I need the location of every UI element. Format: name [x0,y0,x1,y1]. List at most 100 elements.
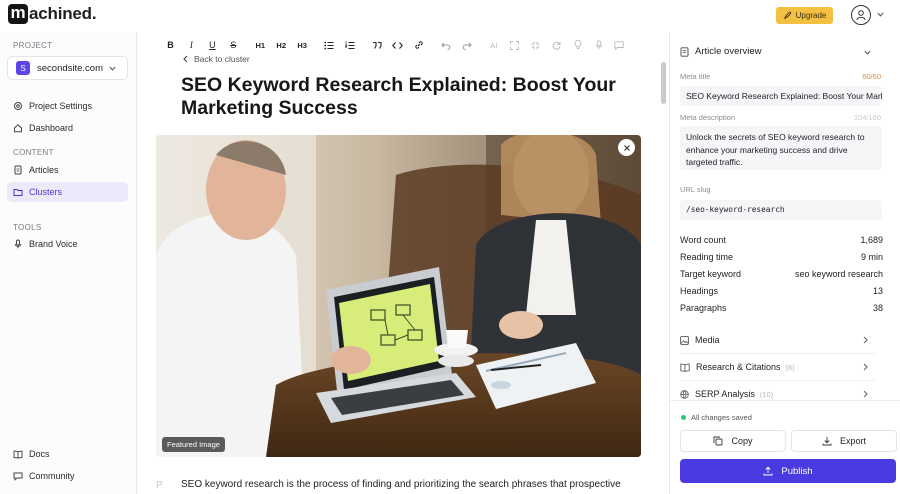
ai-label: AI [490,40,498,50]
project-name: secondsite.com [37,62,104,74]
paragraph-marker: P [156,480,163,491]
stat-label: Target keyword [680,269,742,279]
rocket-icon [783,11,791,20]
status-dot [681,415,686,420]
expand-icon [510,40,520,50]
bold-button[interactable]: B [160,36,181,54]
stat-value: seo keyword research [794,269,883,279]
divider [670,400,900,401]
microphone-icon [14,239,22,249]
bulb-button[interactable] [567,36,588,54]
comment-icon [614,40,625,50]
bullet-list-icon [324,41,334,49]
featured-image[interactable]: Featured Image [156,135,641,457]
sidebar-item-project-settings[interactable]: Project Settings [7,96,128,116]
microphone-icon [595,40,602,50]
user-avatar[interactable] [851,5,871,25]
sidebar-item-docs[interactable]: Docs [7,444,128,464]
tools-section-label: TOOLS [13,223,42,232]
project-section-label: PROJECT [13,41,53,50]
underline-button[interactable]: U [202,36,223,54]
refresh-icon [552,41,561,50]
numbered-list-icon [345,41,355,49]
copy-button[interactable]: Copy [680,430,786,452]
strikethrough-button[interactable]: S [223,36,244,54]
heading1-button[interactable]: H1 [250,36,271,54]
section-count-badge: (10) [759,389,774,399]
download-icon [822,437,832,446]
link-button[interactable] [408,36,429,54]
section-serp-analysis[interactable]: SERP Analysis (10) [680,383,875,405]
lightbulb-icon [574,40,581,49]
article-overview-header[interactable]: Article overview [680,46,872,57]
section-label: Media [695,335,720,345]
sidebar-item-clusters[interactable]: Clusters [7,182,128,202]
image-caption: Featured Image [162,437,225,452]
sidebar-item-label: Articles [29,165,59,175]
top-bar: m achined. Upgrade [0,0,900,32]
save-status: All changes saved [681,413,752,422]
refresh-button[interactable] [546,36,567,54]
bold-label: B [167,40,174,50]
remove-image-button[interactable] [618,139,635,156]
quote-icon [373,41,382,49]
publish-label: Publish [781,465,813,477]
article-overview-panel: Article overview Meta title 60/60 SEO Ke… [669,32,900,494]
section-count-badge: (6) [785,362,795,372]
home-icon [14,124,22,133]
undo-button[interactable] [435,36,456,54]
sidebar-item-community[interactable]: Community [7,466,128,486]
quote-button[interactable] [367,36,388,54]
heading3-button[interactable]: H3 [292,36,313,54]
numbered-list-button[interactable] [340,36,361,54]
article-paragraph[interactable]: SEO keyword research is the process of f… [181,479,651,490]
link-icon [415,41,423,49]
editor-canvas[interactable]: Back to cluster SEO Keyword Research Exp… [137,54,660,494]
shrink-button[interactable] [525,36,546,54]
editor-scrollbar[interactable] [661,62,666,104]
stat-word-count: Word count 1,689 [680,235,883,245]
sidebar-item-articles[interactable]: Articles [7,160,128,180]
sidebar-item-label: Dashboard [29,123,74,133]
stat-value: 1,689 [860,235,883,245]
export-label: Export [839,436,866,446]
comment-button[interactable] [609,36,630,54]
logo[interactable]: m achined. [8,4,97,24]
editor-toolbar: B I U S H1 H2 H3 AI [160,36,630,54]
mic-button[interactable] [588,36,609,54]
overview-title: Article overview [695,46,762,57]
sidebar-item-brand-voice[interactable]: Brand Voice [7,234,128,254]
book-icon [13,450,23,459]
sidebar-item-dashboard[interactable]: Dashboard [7,118,128,138]
code-button[interactable] [387,36,408,54]
publish-button[interactable]: Publish [680,459,896,483]
section-research-citations[interactable]: Research & Citations (6) [680,356,875,378]
bullet-list-button[interactable] [319,36,340,54]
meta-title-field[interactable]: SEO Keyword Research Explained: Boost Yo… [680,86,882,106]
italic-button[interactable]: I [181,36,202,54]
sidebar-item-label: Community [29,471,75,481]
section-media[interactable]: Media [680,329,875,351]
heading2-label: H2 [276,40,287,50]
url-slug-field[interactable]: /seo-keyword-research [680,200,882,220]
upgrade-button[interactable]: Upgrade [776,7,833,24]
ai-button[interactable]: AI [483,36,504,54]
chevron-left-icon [183,55,188,63]
redo-button[interactable] [456,36,477,54]
heading2-button[interactable]: H2 [271,36,292,54]
app-window: m achined. Upgrade PROJECT S secondsite.… [0,0,900,494]
project-selector[interactable]: S secondsite.com [7,56,128,80]
expand-button[interactable] [504,36,525,54]
chevron-down-icon[interactable] [876,10,885,19]
export-button[interactable]: Export [791,430,897,452]
meta-description-field[interactable]: Unlock the secrets of SEO keyword resear… [680,126,882,170]
stat-value: 38 [872,303,883,313]
code-icon [392,41,404,49]
document-icon [14,165,22,175]
article-title[interactable]: SEO Keyword Research Explained: Boost Yo… [181,74,641,120]
stat-paragraphs: Paragraphs 38 [680,303,883,313]
back-to-cluster-link[interactable]: Back to cluster [182,54,250,64]
user-icon [856,10,866,21]
folder-icon [13,189,23,196]
back-link-label: Back to cluster [194,54,250,64]
